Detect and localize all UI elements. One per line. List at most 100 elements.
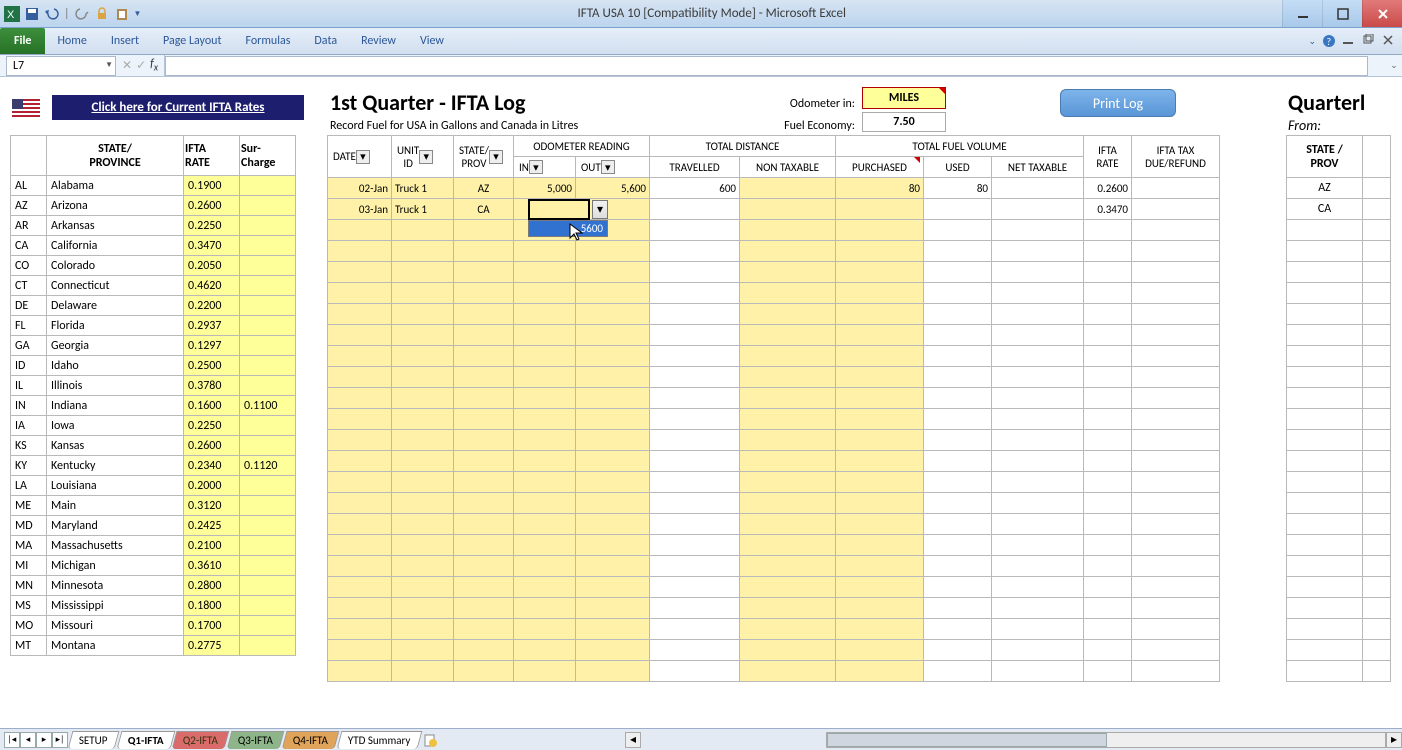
paste-icon[interactable] (114, 6, 130, 22)
lock-icon[interactable] (94, 6, 110, 22)
tab-home[interactable]: Home (45, 28, 98, 54)
log-row[interactable] (328, 493, 1220, 514)
log-row[interactable] (328, 535, 1220, 556)
sheet-tab-ytd[interactable]: YTD Summary (337, 731, 422, 749)
scroll-left-icon[interactable]: ◂ (625, 732, 641, 748)
cell-dropdown-list[interactable]: 5600 (528, 220, 608, 237)
filter-dropdown-icon[interactable]: ▾ (601, 160, 615, 174)
log-row[interactable] (328, 409, 1220, 430)
fuel-economy-label: Fuel Economy: (770, 119, 855, 133)
tab-formulas[interactable]: Formulas (233, 28, 302, 54)
accept-formula-icon[interactable]: ✓ (136, 58, 146, 73)
sheet-tab-q3[interactable]: Q3-IFTA (227, 731, 285, 749)
fx-icon[interactable]: fx (150, 57, 158, 73)
log-row[interactable] (328, 220, 1220, 241)
odometer-label: Odometer in: (785, 97, 855, 111)
ribbon-minimize-icon[interactable]: ⌄ (1308, 36, 1316, 47)
qat-dropdown-icon[interactable]: ▼ (134, 9, 142, 19)
log-row[interactable] (328, 619, 1220, 640)
log-row[interactable] (328, 556, 1220, 577)
filter-dropdown-icon[interactable]: ▾ (356, 150, 370, 164)
minimize-button[interactable] (1282, 0, 1322, 27)
log-row[interactable] (328, 346, 1220, 367)
sheet-tab-setup[interactable]: SETUP (68, 731, 119, 749)
summary-row: AZ (1287, 178, 1391, 199)
excel-icon: X (4, 6, 20, 22)
print-log-button[interactable]: Print Log (1060, 89, 1176, 117)
tab-data[interactable]: Data (302, 28, 349, 54)
log-row[interactable] (328, 451, 1220, 472)
usa-flag-icon (12, 99, 40, 117)
cancel-formula-icon[interactable]: ✕ (122, 58, 132, 73)
svg-text:?: ? (1327, 35, 1332, 48)
tab-view[interactable]: View (408, 28, 456, 54)
state-row: MAMassachusetts0.2100 (11, 536, 296, 556)
titlebar: X | ▼ IFTA USA 10 [Compatibility Mode] -… (0, 0, 1402, 28)
page-title: 1st Quarter - IFTA Log (330, 89, 525, 116)
log-row[interactable] (328, 388, 1220, 409)
state-row: ARArkansas0.2250 (11, 216, 296, 236)
save-icon[interactable] (24, 6, 40, 22)
formula-bar: L7 ▼ ✕ ✓ fx ⌄ (0, 55, 1402, 77)
comment-indicator-icon (914, 157, 920, 163)
window-close-icon[interactable] (1382, 34, 1396, 48)
tab-nav-last-icon[interactable]: ▸| (52, 732, 68, 748)
horizontal-scrollbar[interactable] (826, 732, 1386, 748)
sheet-tab-q4[interactable]: Q4-IFTA (282, 731, 340, 749)
sheet-tab-q1[interactable]: Q1-IFTA (116, 731, 175, 749)
log-row[interactable] (328, 283, 1220, 304)
state-row: MTMontana0.2775 (11, 636, 296, 656)
log-row[interactable] (328, 598, 1220, 619)
log-row[interactable] (328, 577, 1220, 598)
ifta-log-grid[interactable]: DATE▾ UNIT ID▾ STATE/ PROV▾ ODOMETER REA… (327, 135, 1220, 682)
tab-insert[interactable]: Insert (99, 28, 151, 54)
undo-icon[interactable] (44, 6, 60, 22)
odometer-unit-cell[interactable]: MILES (862, 87, 946, 109)
ifta-rates-link[interactable]: Click here for Current IFTA Rates (52, 95, 304, 120)
redo-icon[interactable] (74, 6, 90, 22)
name-box[interactable]: L7 ▼ (6, 56, 116, 76)
active-cell[interactable] (528, 199, 590, 220)
log-row[interactable] (328, 325, 1220, 346)
new-sheet-icon[interactable] (420, 733, 440, 747)
state-row: IAIowa0.2250 (11, 416, 296, 436)
expand-formula-bar-icon[interactable]: ⌄ (1386, 60, 1402, 71)
log-row[interactable] (328, 661, 1220, 682)
window-minimize-icon[interactable] (1342, 34, 1356, 48)
log-row[interactable] (328, 430, 1220, 451)
filter-dropdown-icon[interactable]: ▾ (529, 160, 543, 174)
filter-dropdown-icon[interactable]: ▾ (419, 150, 433, 164)
fuel-economy-cell[interactable]: 7.50 (862, 112, 946, 132)
state-row: MEMain0.3120 (11, 496, 296, 516)
name-box-dropdown-icon[interactable]: ▼ (105, 60, 113, 70)
log-row[interactable]: 02-Jan Truck 1 AZ 5,000 5,600 600 80 80 … (328, 178, 1220, 199)
tab-page-layout[interactable]: Page Layout (151, 28, 233, 54)
filter-dropdown-icon[interactable]: ▾ (489, 150, 503, 164)
log-row[interactable] (328, 262, 1220, 283)
close-button[interactable] (1362, 0, 1402, 27)
maximize-button[interactable] (1322, 0, 1362, 27)
tab-review[interactable]: Review (349, 28, 408, 54)
tab-nav-first-icon[interactable]: |◂ (4, 732, 20, 748)
cell-dropdown-button[interactable]: ▾ (592, 200, 608, 219)
file-tab[interactable]: File (0, 28, 45, 54)
help-icon[interactable]: ? (1322, 34, 1336, 48)
log-row[interactable] (328, 367, 1220, 388)
log-row[interactable] (328, 640, 1220, 661)
log-row[interactable] (328, 241, 1220, 262)
worksheet[interactable]: Click here for Current IFTA Rates 1st Qu… (0, 77, 1402, 728)
log-row[interactable] (328, 514, 1220, 535)
sheet-tab-q2[interactable]: Q2-IFTA (172, 731, 230, 749)
state-row: KYKentucky0.23400.1120 (11, 456, 296, 476)
tab-nav-next-icon[interactable]: ▸ (36, 732, 52, 748)
window-restore-icon[interactable] (1362, 34, 1376, 48)
tab-nav-prev-icon[interactable]: ◂ (20, 732, 36, 748)
dropdown-option-selected[interactable]: 5600 (529, 221, 607, 236)
state-row: CACalifornia0.3470 (11, 236, 296, 256)
log-row[interactable]: 03-Jan Truck 1 CA 0.3470 (328, 199, 1220, 220)
scroll-right-icon[interactable]: ▸ (1386, 732, 1402, 748)
scrollbar-thumb[interactable] (827, 733, 1107, 747)
log-row[interactable] (328, 472, 1220, 493)
formula-input[interactable] (165, 56, 1368, 76)
log-row[interactable] (328, 304, 1220, 325)
